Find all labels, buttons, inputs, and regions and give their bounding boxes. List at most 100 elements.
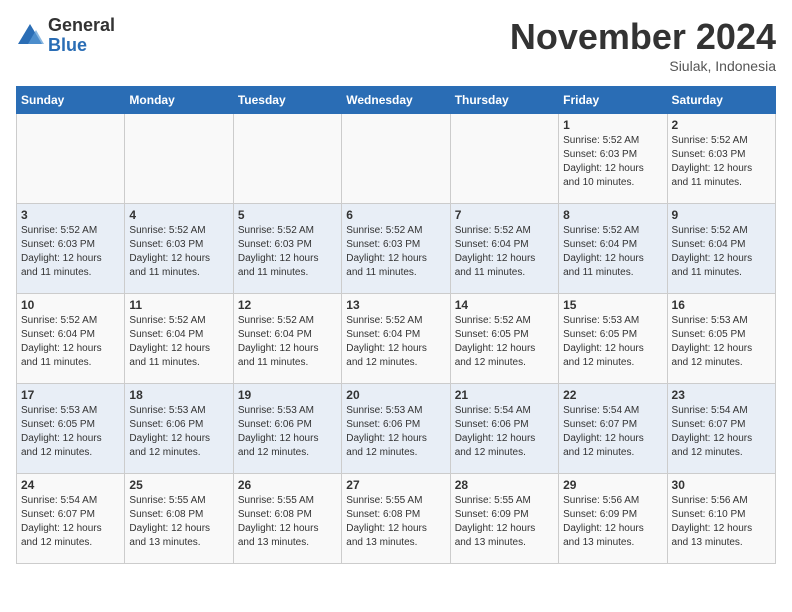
day-info: Sunrise: 5:52 AM Sunset: 6:03 PM Dayligh… xyxy=(129,224,228,280)
day-number: 30 xyxy=(672,478,771,492)
calendar-cell: 25Sunrise: 5:55 AM Sunset: 6:08 PM Dayli… xyxy=(125,474,233,564)
header-thursday: Thursday xyxy=(450,87,558,114)
day-info: Sunrise: 5:53 AM Sunset: 6:05 PM Dayligh… xyxy=(672,314,771,370)
day-number: 16 xyxy=(672,298,771,312)
calendar-cell xyxy=(450,114,558,204)
calendar-week-3: 10 Sunrise: 5:52 AM Sunset: 6:04 PM Dayli… xyxy=(17,294,776,384)
header-saturday: Saturday xyxy=(667,87,775,114)
day-number: 22 xyxy=(563,388,662,402)
day-info: Sunrise: 5:53 AM Sunset: 6:05 PM Dayligh… xyxy=(563,314,662,370)
day-info: Sunrise: 5:52 AM Sunset: 6:03 PM Dayligh… xyxy=(563,134,662,190)
logo-blue-text: Blue xyxy=(48,36,115,56)
page-header: General Blue November 2024 Siulak, Indon… xyxy=(16,16,776,74)
day-number: 8 xyxy=(563,208,662,222)
calendar-cell: 15 Sunrise: 5:53 AM Sunset: 6:05 PM Dayli… xyxy=(559,294,667,384)
header-monday: Monday xyxy=(125,87,233,114)
day-info: Sunrise: 5:52 AM Sunset: 6:03 PM Dayligh… xyxy=(238,224,337,280)
calendar-cell xyxy=(342,114,450,204)
calendar-cell: 10Sunrise: 5:52 AM Sunset: 6:04 PM Dayli… xyxy=(17,294,125,384)
calendar-cell: 4 Sunrise: 5:52 AM Sunset: 6:03 PM Daylig… xyxy=(125,204,233,294)
calendar-cell: 7Sunrise: 5:52 AM Sunset: 6:04 PM Daylig… xyxy=(450,204,558,294)
calendar-cell: 13Sunrise: 5:52 AM Sunset: 6:04 PM Dayli… xyxy=(342,294,450,384)
day-number: 19 xyxy=(238,388,337,402)
title-block: November 2024 Siulak, Indonesia xyxy=(510,16,776,74)
day-info: Sunrise: 5:55 AM Sunset: 6:08 PM Dayligh… xyxy=(129,494,228,550)
day-number: 23 xyxy=(672,388,771,402)
day-number: 15 xyxy=(563,298,662,312)
calendar-cell: 30 Sunrise: 5:56 AM Sunset: 6:10 PM Dayli… xyxy=(667,474,775,564)
calendar-cell: 24 Sunrise: 5:54 AM Sunset: 6:07 PM Dayli… xyxy=(17,474,125,564)
logo-general-text: General xyxy=(48,16,115,36)
day-info: Sunrise: 5:52 AM Sunset: 6:04 PM Dayligh… xyxy=(129,314,228,370)
day-number: 14 xyxy=(455,298,554,312)
calendar-header-row: SundayMondayTuesdayWednesdayThursdayFrid… xyxy=(17,87,776,114)
day-info: Sunrise: 5:55 AM Sunset: 6:08 PM Dayligh… xyxy=(346,494,445,550)
day-number: 1 xyxy=(563,118,662,132)
day-info: Sunrise: 5:56 AM Sunset: 6:09 PM Dayligh… xyxy=(563,494,662,550)
calendar-week-5: 24 Sunrise: 5:54 AM Sunset: 6:07 PM Dayli… xyxy=(17,474,776,564)
day-number: 11 xyxy=(129,298,228,312)
day-info: Sunrise: 5:52 AM Sunset: 6:03 PM Dayligh… xyxy=(21,224,120,280)
calendar-cell: 23 Sunrise: 5:54 AM Sunset: 6:07 PM Dayli… xyxy=(667,384,775,474)
calendar-cell: 21 Sunrise: 5:54 AM Sunset: 6:06 PM Dayli… xyxy=(450,384,558,474)
calendar-cell: 1 Sunrise: 5:52 AM Sunset: 6:03 PM Daylig… xyxy=(559,114,667,204)
day-number: 9 xyxy=(672,208,771,222)
day-number: 4 xyxy=(129,208,228,222)
day-number: 24 xyxy=(21,478,120,492)
calendar-cell: 26 Sunrise: 5:55 AM Sunset: 6:08 PM Dayli… xyxy=(233,474,341,564)
calendar-cell: 8Sunrise: 5:52 AM Sunset: 6:04 PM Daylig… xyxy=(559,204,667,294)
calendar-cell xyxy=(233,114,341,204)
header-tuesday: Tuesday xyxy=(233,87,341,114)
day-info: Sunrise: 5:56 AM Sunset: 6:10 PM Dayligh… xyxy=(672,494,771,550)
location-text: Siulak, Indonesia xyxy=(510,58,776,74)
calendar-cell: 3 Sunrise: 5:52 AM Sunset: 6:03 PM Daylig… xyxy=(17,204,125,294)
day-info: Sunrise: 5:53 AM Sunset: 6:06 PM Dayligh… xyxy=(129,404,228,460)
day-info: Sunrise: 5:52 AM Sunset: 6:03 PM Dayligh… xyxy=(672,134,771,190)
calendar-cell: 17 Sunrise: 5:53 AM Sunset: 6:05 PM Dayli… xyxy=(17,384,125,474)
day-info: Sunrise: 5:52 AM Sunset: 6:04 PM Dayligh… xyxy=(238,314,337,370)
day-number: 21 xyxy=(455,388,554,402)
header-sunday: Sunday xyxy=(17,87,125,114)
day-number: 18 xyxy=(129,388,228,402)
header-friday: Friday xyxy=(559,87,667,114)
day-number: 27 xyxy=(346,478,445,492)
calendar-week-4: 17 Sunrise: 5:53 AM Sunset: 6:05 PM Dayli… xyxy=(17,384,776,474)
day-info: Sunrise: 5:54 AM Sunset: 6:07 PM Dayligh… xyxy=(672,404,771,460)
calendar-cell: 16 Sunrise: 5:53 AM Sunset: 6:05 PM Dayli… xyxy=(667,294,775,384)
calendar-cell: 5 Sunrise: 5:52 AM Sunset: 6:03 PM Daylig… xyxy=(233,204,341,294)
calendar-cell: 9Sunrise: 5:52 AM Sunset: 6:04 PM Daylig… xyxy=(667,204,775,294)
calendar-cell: 14Sunrise: 5:52 AM Sunset: 6:05 PM Dayli… xyxy=(450,294,558,384)
calendar-cell: 20Sunrise: 5:53 AM Sunset: 6:06 PM Dayli… xyxy=(342,384,450,474)
day-number: 28 xyxy=(455,478,554,492)
day-info: Sunrise: 5:54 AM Sunset: 6:07 PM Dayligh… xyxy=(21,494,120,550)
calendar-cell: 22 Sunrise: 5:54 AM Sunset: 6:07 PM Dayli… xyxy=(559,384,667,474)
day-number: 7 xyxy=(455,208,554,222)
calendar-cell xyxy=(125,114,233,204)
calendar-week-1: 1 Sunrise: 5:52 AM Sunset: 6:03 PM Daylig… xyxy=(17,114,776,204)
day-number: 12 xyxy=(238,298,337,312)
calendar-cell: 12 Sunrise: 5:52 AM Sunset: 6:04 PM Dayli… xyxy=(233,294,341,384)
day-info: Sunrise: 5:53 AM Sunset: 6:06 PM Dayligh… xyxy=(238,404,337,460)
day-info: Sunrise: 5:52 AM Sunset: 6:03 PM Dayligh… xyxy=(346,224,445,280)
calendar-cell: 6 Sunrise: 5:52 AM Sunset: 6:03 PM Daylig… xyxy=(342,204,450,294)
month-title: November 2024 xyxy=(510,16,776,58)
header-wednesday: Wednesday xyxy=(342,87,450,114)
day-number: 13 xyxy=(346,298,445,312)
calendar-cell: 19 Sunrise: 5:53 AM Sunset: 6:06 PM Dayli… xyxy=(233,384,341,474)
day-number: 3 xyxy=(21,208,120,222)
calendar-cell: 2 Sunrise: 5:52 AM Sunset: 6:03 PM Daylig… xyxy=(667,114,775,204)
day-number: 10 xyxy=(21,298,120,312)
day-number: 17 xyxy=(21,388,120,402)
day-info: Sunrise: 5:54 AM Sunset: 6:07 PM Dayligh… xyxy=(563,404,662,460)
day-info: Sunrise: 5:53 AM Sunset: 6:05 PM Dayligh… xyxy=(21,404,120,460)
calendar-cell: 29Sunrise: 5:56 AM Sunset: 6:09 PM Dayli… xyxy=(559,474,667,564)
calendar-cell: 28 Sunrise: 5:55 AM Sunset: 6:09 PM Dayli… xyxy=(450,474,558,564)
day-number: 6 xyxy=(346,208,445,222)
day-number: 2 xyxy=(672,118,771,132)
calendar-cell: 27 Sunrise: 5:55 AM Sunset: 6:08 PM Dayli… xyxy=(342,474,450,564)
day-info: Sunrise: 5:54 AM Sunset: 6:06 PM Dayligh… xyxy=(455,404,554,460)
day-number: 26 xyxy=(238,478,337,492)
day-info: Sunrise: 5:55 AM Sunset: 6:08 PM Dayligh… xyxy=(238,494,337,550)
day-info: Sunrise: 5:55 AM Sunset: 6:09 PM Dayligh… xyxy=(455,494,554,550)
day-number: 5 xyxy=(238,208,337,222)
